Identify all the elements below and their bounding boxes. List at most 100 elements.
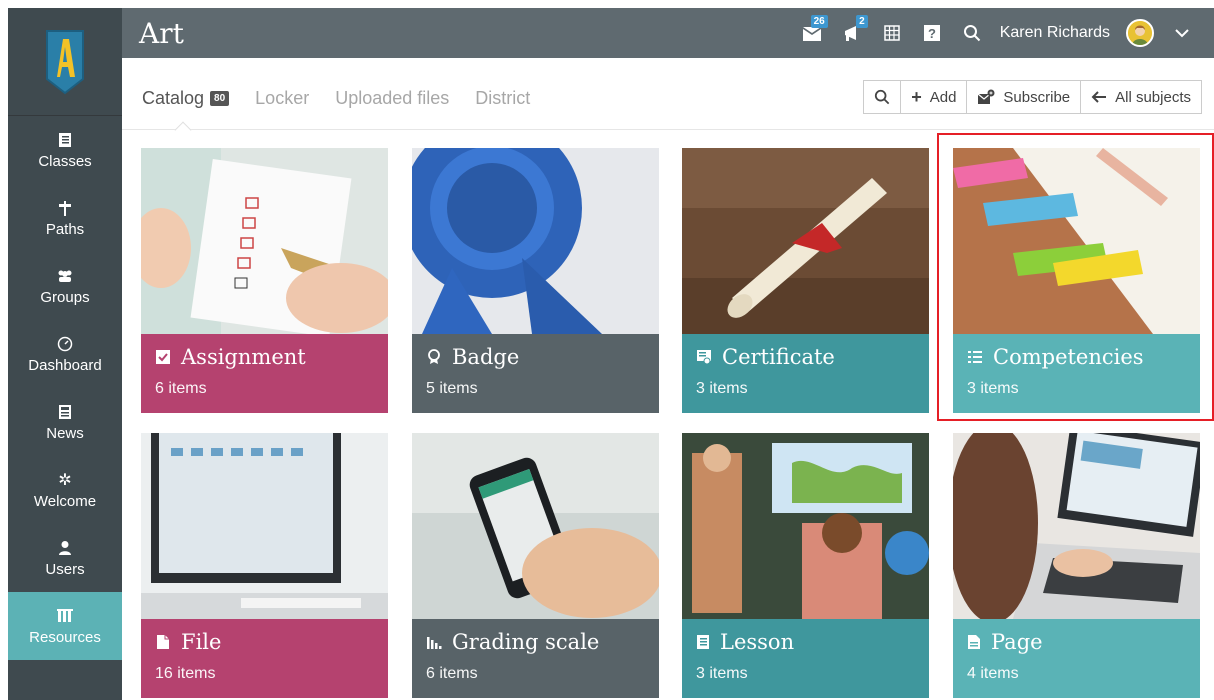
search-catalog-button[interactable] [864, 81, 902, 113]
top-bar: Art 26 2 ? Karen Richards [122, 8, 1214, 58]
sidebar-item-classes[interactable]: Classes [8, 116, 122, 184]
resource-tabs: Catalog 80 Locker Uploaded files Distric… [142, 88, 530, 109]
calendar-button[interactable] [880, 21, 904, 45]
card-item-count: 3 items [696, 665, 748, 682]
card-grading-scale[interactable]: Grading scale 6 items [412, 433, 659, 698]
card-info: Assignment 6 items [141, 334, 388, 413]
tab-district[interactable]: District [475, 88, 530, 109]
card-certificate[interactable]: Certificate 3 items [682, 148, 929, 413]
card-title: Grading scale [426, 630, 645, 654]
card-title: Certificate [696, 345, 915, 369]
user-name[interactable]: Karen Richards [1000, 24, 1110, 42]
card-title: File [155, 630, 374, 654]
card-title-text: Grading scale [452, 630, 600, 654]
search-button[interactable] [960, 21, 984, 45]
sidebar-item-label: Welcome [33, 492, 97, 510]
card-badge[interactable]: Badge 5 items [412, 148, 659, 413]
notifications-button[interactable]: 2 [840, 15, 868, 45]
card-title-text: File [181, 630, 222, 654]
card-file[interactable]: File 16 items [141, 433, 388, 698]
newspaper-icon [56, 403, 74, 421]
grading-scale-image [412, 433, 659, 619]
sidebar-item-welcome[interactable]: ✲ Welcome [8, 456, 122, 524]
bookshelf-icon [56, 607, 74, 625]
sidebar-item-label: Resources [29, 628, 101, 646]
tab-locker[interactable]: Locker [255, 88, 309, 109]
sidebar-item-resources[interactable]: Resources [8, 592, 122, 660]
sidebar-item-news[interactable]: News [8, 388, 122, 456]
sidebar-item-label: Groups [40, 288, 90, 306]
help-icon: ? [923, 25, 940, 41]
all-subjects-button[interactable]: All subjects [1081, 81, 1201, 113]
sidebar-item-label: Paths [45, 220, 85, 238]
card-title-text: Competencies [993, 345, 1144, 369]
bar-chart-icon [427, 637, 442, 649]
card-title: Badge [426, 345, 645, 369]
sidebar-item-users[interactable]: Users [8, 524, 122, 592]
sidebar-item-label: News [46, 424, 84, 442]
card-title: Assignment [155, 345, 374, 369]
card-title-text: Lesson [720, 630, 795, 654]
file-icon [157, 635, 169, 649]
messages-button[interactable]: 26 [800, 15, 828, 45]
card-info: Page 4 items [953, 619, 1200, 698]
card-competencies[interactable]: Competencies 3 items [953, 148, 1200, 413]
competencies-image [953, 148, 1200, 334]
sidebar-item-label: Dashboard [28, 356, 102, 374]
card-item-count: 3 items [696, 380, 748, 397]
card-title: Page [967, 630, 1186, 654]
card-title-text: Page [991, 630, 1043, 654]
tab-uploaded-files[interactable]: Uploaded files [335, 88, 449, 109]
book-icon [56, 131, 74, 149]
card-info: Lesson 3 items [682, 619, 929, 698]
card-item-count: 6 items [426, 665, 478, 682]
chevron-down-icon [1175, 29, 1189, 38]
badge-image [412, 148, 659, 334]
avatar[interactable] [1126, 19, 1154, 47]
search-icon [963, 25, 980, 42]
calendar-grid-icon [883, 25, 900, 41]
certificate-image [682, 148, 929, 334]
card-info: Competencies 3 items [953, 334, 1200, 413]
card-title-text: Assignment [181, 345, 306, 369]
assignment-image [141, 148, 388, 334]
card-item-count: 6 items [155, 380, 207, 397]
card-title-text: Certificate [722, 345, 835, 369]
sidebar-item-label: Classes [38, 152, 92, 170]
svg-text:?: ? [928, 26, 936, 41]
list-icon [968, 351, 982, 363]
card-title: Competencies [967, 345, 1186, 369]
card-title-text: Badge [452, 345, 520, 369]
tab-catalog[interactable]: Catalog 80 [142, 88, 230, 109]
tab-label: Uploaded files [335, 88, 450, 108]
gauge-icon [56, 335, 74, 353]
file-image [141, 433, 388, 619]
messages-count-badge: 26 [810, 15, 828, 28]
user-avatar-icon [1128, 21, 1152, 45]
sidebar-item-dashboard[interactable]: Dashboard [8, 320, 122, 388]
sidebar: Classes Paths Groups Dashboard News ✲ We… [8, 8, 122, 700]
card-info: File 16 items [141, 619, 388, 698]
sidebar-item-label: Users [45, 560, 85, 578]
page-image [953, 433, 1200, 619]
user-menu-toggle[interactable] [1170, 21, 1194, 45]
card-info: Grading scale 6 items [412, 619, 659, 698]
tab-label: Catalog [142, 88, 205, 108]
subscribe-button[interactable]: Subscribe [967, 81, 1082, 113]
sidebar-item-groups[interactable]: Groups [8, 252, 122, 320]
catalog-count-badge: 80 [210, 91, 230, 106]
subscribe-icon [978, 89, 995, 104]
card-page[interactable]: Page 4 items [953, 433, 1200, 698]
card-item-count: 3 items [967, 380, 1019, 397]
card-assignment[interactable]: Assignment 6 items [141, 148, 388, 413]
notebook-icon [697, 635, 709, 649]
checkbox-icon [156, 350, 170, 364]
school-logo[interactable] [8, 8, 122, 116]
page-title: Art [139, 16, 184, 50]
plus-icon: + [911, 86, 922, 107]
add-button[interactable]: + Add [901, 81, 968, 113]
sidebar-item-paths[interactable]: Paths [8, 184, 122, 252]
card-lesson[interactable]: Lesson 3 items [682, 433, 929, 698]
notifications-count-badge: 2 [856, 15, 868, 28]
help-button[interactable]: ? [920, 21, 944, 45]
